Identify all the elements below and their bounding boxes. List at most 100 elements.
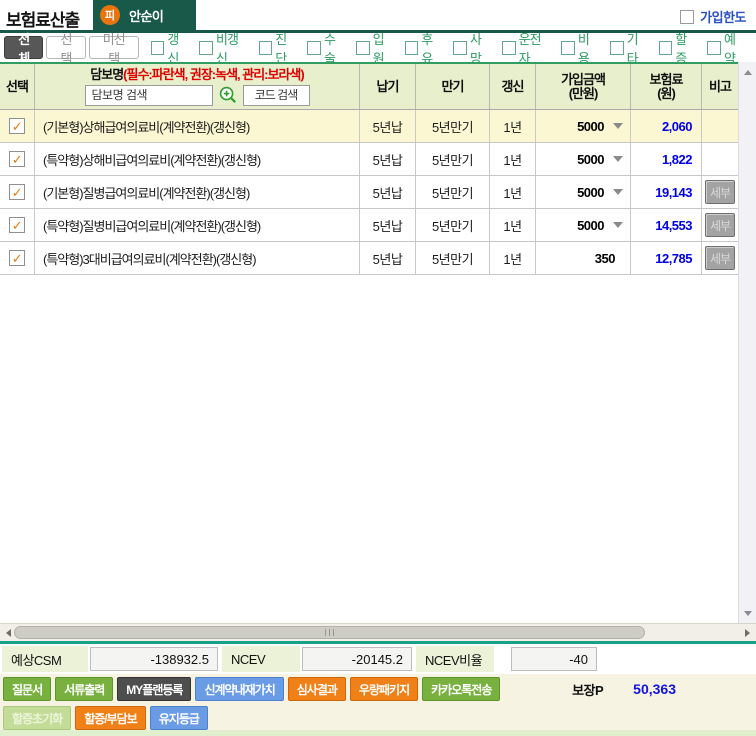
tab-insured-person[interactable]: 피 안순이 bbox=[93, 0, 196, 30]
surgery-checkbox[interactable] bbox=[307, 40, 321, 55]
scroll-up-icon[interactable] bbox=[739, 64, 756, 80]
premium-value: 19,143 bbox=[631, 176, 702, 208]
death-checkbox[interactable] bbox=[453, 40, 467, 55]
ncev-ratio-value: -40 bbox=[511, 647, 597, 671]
coverage-p-label: 보장P bbox=[572, 682, 604, 698]
surcharge-reset-button[interactable]: 할증초기화 bbox=[3, 706, 72, 730]
vertical-scrollbar[interactable] bbox=[738, 62, 756, 623]
maturity-term: 5년만기 bbox=[416, 143, 490, 175]
coverage-name: (특약형)3대비급여의료비(계약전환)(갱신형) bbox=[35, 242, 360, 274]
coverage-name: (기본형)질병급여의료비(계약전환)(갱신형) bbox=[35, 176, 360, 208]
aftereffect-checkbox[interactable] bbox=[404, 40, 419, 55]
etc-checkbox[interactable] bbox=[610, 40, 624, 55]
code-search-input[interactable] bbox=[242, 84, 310, 106]
premium-value: 12,785 bbox=[631, 242, 702, 274]
coverage-table: 선택 담보명(필수:파란색, 권장:녹색, 관리:보라색) 납기 bbox=[0, 62, 738, 275]
chevron-down-icon bbox=[613, 189, 623, 195]
filter-categories: 갱신 비갱신 진단 수술 입원 후유 사망 운전자 비용 기타 할증 예약 bbox=[150, 29, 756, 67]
table-row[interactable]: ✓ (기본형)상해급여의료비(계약전환)(갱신형) 5년납 5년만기 1년 50… bbox=[0, 110, 738, 143]
filter-all-button[interactable]: 전체 bbox=[4, 32, 44, 66]
csm-value: -138932.5 bbox=[90, 647, 218, 671]
chevron-down-icon bbox=[613, 123, 623, 129]
coverage-header-title: 담보명 bbox=[90, 66, 124, 82]
review-result-button[interactable]: 심사결과 bbox=[287, 677, 346, 701]
horizontal-scrollbar[interactable] bbox=[0, 623, 756, 641]
horizontal-scroll-thumb[interactable] bbox=[14, 626, 645, 639]
row-checkbox[interactable]: ✓ bbox=[9, 250, 25, 266]
row-checkbox[interactable]: ✓ bbox=[9, 184, 25, 200]
payment-term: 5년납 bbox=[360, 176, 416, 208]
filter-cat-expense[interactable]: 비용 bbox=[561, 29, 599, 67]
filter-cat-aftereffect[interactable]: 후유 bbox=[404, 29, 443, 67]
expense-checkbox[interactable] bbox=[561, 40, 575, 55]
questionnaire-button[interactable]: 질문서 bbox=[3, 677, 52, 701]
filter-selected-button[interactable]: 선택 bbox=[46, 32, 86, 66]
filter-cat-surcharge[interactable]: 할증 bbox=[658, 29, 697, 67]
row-checkbox[interactable]: ✓ bbox=[9, 151, 25, 167]
driver-checkbox[interactable] bbox=[502, 40, 516, 55]
ncev-value: -20145.2 bbox=[302, 647, 412, 671]
row-select-cell: ✓ bbox=[0, 176, 35, 208]
col-header-premium: 보험료 (원) bbox=[631, 64, 702, 109]
scroll-right-icon[interactable] bbox=[740, 624, 754, 641]
table-row[interactable]: ✓ (특약형)상해비급여의료비(계약전환)(갱신형) 5년납 5년만기 1년 5… bbox=[0, 143, 738, 176]
hospitalization-checkbox[interactable] bbox=[356, 40, 370, 55]
print-docs-button[interactable]: 서류출력 bbox=[55, 677, 114, 701]
renewal-term: 1년 bbox=[490, 110, 536, 142]
nonrenewal-checkbox[interactable] bbox=[199, 40, 213, 55]
row-select-cell: ✓ bbox=[0, 143, 35, 175]
actions-panel: 질문서 서류출력 MY플랜등록 신계약내재가치 심사결과 우량패키지 카카오톡전… bbox=[0, 674, 756, 736]
retention-grade-button[interactable]: 유지등급 bbox=[149, 706, 208, 730]
surcharge-checkbox[interactable] bbox=[658, 40, 673, 55]
scroll-left-icon[interactable] bbox=[1, 624, 15, 641]
filter-cat-reservation[interactable]: 예약 bbox=[707, 29, 745, 67]
detail-button[interactable]: 세부 bbox=[705, 180, 735, 204]
insured-name: 안순이 bbox=[129, 8, 164, 24]
filter-cat-diagnosis[interactable]: 진단 bbox=[258, 29, 297, 67]
maturity-term: 5년만기 bbox=[416, 110, 490, 142]
table-row[interactable]: ✓ (특약형)질병비급여의료비(계약전환)(갱신형) 5년납 5년만기 1년 5… bbox=[0, 209, 738, 242]
row-checkbox[interactable]: ✓ bbox=[9, 118, 25, 134]
reservation-checkbox[interactable] bbox=[707, 40, 721, 55]
filter-cat-surgery[interactable]: 수술 bbox=[307, 29, 345, 67]
ncev-ratio-label: NCEV비율 bbox=[416, 646, 494, 672]
filter-cat-etc[interactable]: 기타 bbox=[610, 29, 648, 67]
ncev-label: NCEV bbox=[222, 646, 300, 672]
filter-cat-death[interactable]: 사망 bbox=[453, 29, 491, 67]
renewal-term: 1년 bbox=[490, 143, 536, 175]
filter-cat-nonrenewal[interactable]: 비갱신 bbox=[199, 29, 247, 67]
join-limit-checkbox[interactable] bbox=[680, 9, 695, 24]
table-row[interactable]: ✓ (기본형)질병급여의료비(계약전환)(갱신형) 5년납 5년만기 1년 50… bbox=[0, 176, 738, 209]
amount-dropdown[interactable]: 5000 bbox=[536, 176, 631, 208]
premium-package-button[interactable]: 우량패키지 bbox=[349, 677, 419, 701]
diagnosis-checkbox[interactable] bbox=[258, 40, 273, 55]
search-zoom-icon[interactable] bbox=[219, 86, 237, 104]
new-contract-value-button[interactable]: 신계약내재가치 bbox=[195, 677, 284, 701]
filter-cat-hospitalization[interactable]: 입원 bbox=[356, 29, 394, 67]
coverage-name: (기본형)상해급여의료비(계약전환)(갱신형) bbox=[35, 110, 360, 142]
amount-dropdown[interactable]: 5000 bbox=[536, 143, 631, 175]
csm-label: 예상CSM bbox=[2, 646, 88, 672]
row-checkbox[interactable]: ✓ bbox=[9, 217, 25, 233]
col-header-renewal: 갱신 bbox=[490, 64, 536, 109]
kakao-send-button[interactable]: 카카오톡전송 bbox=[422, 677, 501, 701]
table-row[interactable]: ✓ (특약형)3대비급여의료비(계약전환)(갱신형) 5년납 5년만기 1년 3… bbox=[0, 242, 738, 275]
stats-bar: 예상CSM -138932.5 NCEV -20145.2 NCEV비율 -40 bbox=[0, 644, 756, 674]
filter-unselected-button[interactable]: 미선택 bbox=[88, 32, 139, 66]
amount-dropdown[interactable]: 5000 bbox=[536, 110, 631, 142]
detail-button[interactable]: 세부 bbox=[705, 246, 735, 270]
payment-term: 5년납 bbox=[360, 209, 416, 241]
my-plan-register-button[interactable]: MY플랜등록 bbox=[117, 677, 192, 701]
renewal-checkbox[interactable] bbox=[150, 40, 165, 55]
coverage-search-input[interactable] bbox=[84, 84, 213, 106]
join-limit-toggle[interactable]: 가입한도 bbox=[680, 7, 746, 26]
scroll-down-icon[interactable] bbox=[739, 605, 756, 621]
note-cell: 세부 bbox=[702, 242, 738, 274]
renewal-term: 1년 bbox=[490, 176, 536, 208]
detail-button[interactable]: 세부 bbox=[705, 213, 735, 237]
surcharge-exclusion-button[interactable]: 할증/부담보 bbox=[75, 706, 146, 730]
scroll-grip-icon bbox=[324, 629, 335, 636]
filter-cat-driver[interactable]: 운전자 bbox=[502, 29, 550, 67]
filter-cat-renewal[interactable]: 갱신 bbox=[150, 29, 189, 67]
amount-dropdown[interactable]: 5000 bbox=[536, 209, 631, 241]
